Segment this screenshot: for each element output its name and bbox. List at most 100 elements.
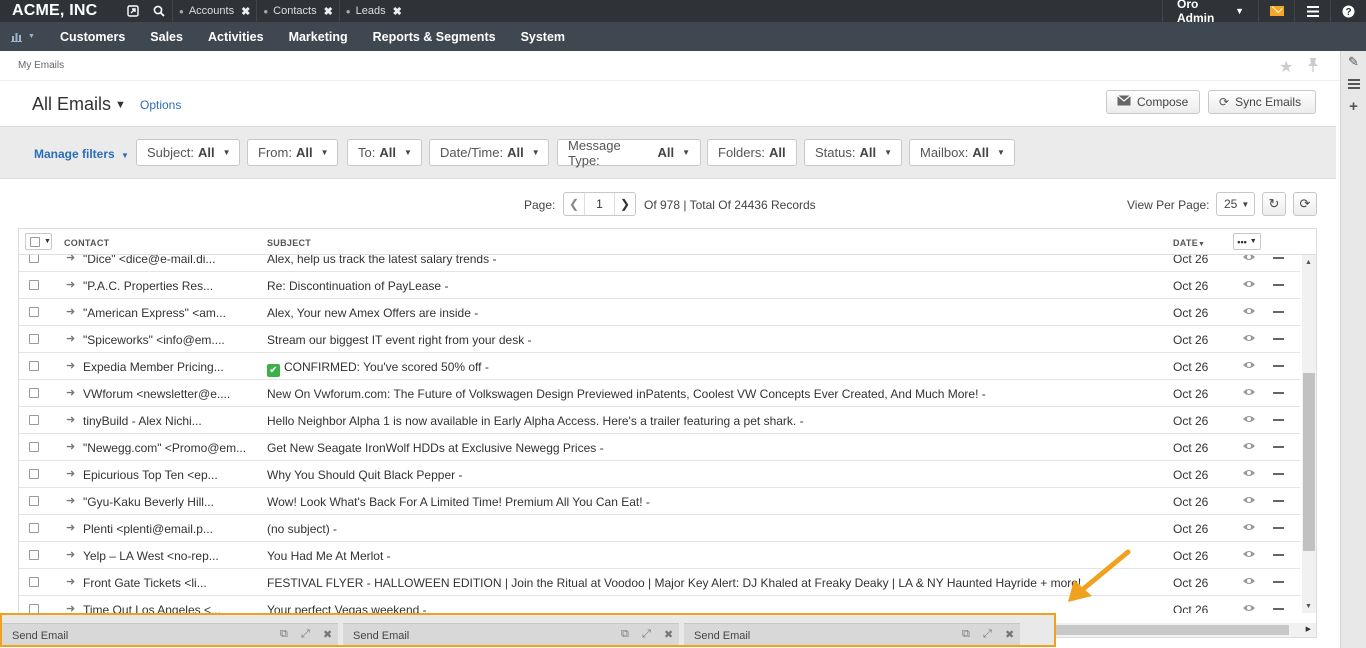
row-checkbox[interactable] — [29, 361, 39, 371]
list-icon[interactable] — [1341, 73, 1366, 95]
chevron-left-icon[interactable]: ❮ — [564, 193, 584, 215]
notifications-button[interactable] — [1258, 0, 1294, 22]
eye-icon[interactable] — [1242, 520, 1256, 535]
filter-folders[interactable]: Folders: All — [707, 139, 797, 166]
vertical-scrollbar[interactable]: ▲ ▼ — [1302, 255, 1316, 613]
dashboard-menu[interactable]: ▼ — [0, 31, 46, 42]
scroll-right-icon[interactable]: ▶ — [1306, 625, 1311, 633]
close-icon[interactable]: ✖ — [664, 628, 673, 641]
manage-filters-link[interactable]: Manage filters ▼ — [34, 147, 129, 161]
table-row[interactable]: ➜ Expedia Member Pricing... ✔ CONFIRMED: Yo… — [19, 353, 1300, 380]
menu-sales[interactable]: Sales — [150, 30, 183, 44]
maximize-icon[interactable]: ⤢ — [642, 628, 651, 641]
column-date[interactable]: DATE▼ — [1173, 238, 1205, 248]
row-checkbox[interactable] — [29, 523, 39, 533]
close-icon[interactable]: ✖ — [1005, 628, 1014, 641]
options-link[interactable]: Options — [140, 98, 181, 112]
minus-icon[interactable] — [1273, 392, 1284, 394]
minus-icon[interactable] — [1273, 554, 1284, 556]
pinned-tab-leads[interactable]: ● Leads ✖ — [338, 0, 408, 22]
pencil-icon[interactable]: ✎ — [1341, 51, 1366, 73]
grid-actions-menu[interactable]: ••• ▼ — [1233, 233, 1261, 250]
chevron-right-icon[interactable]: ❯ — [615, 193, 635, 215]
reset-grid-button[interactable]: ⟳ — [1293, 192, 1317, 216]
filter-from[interactable]: From: All ▼ — [247, 139, 338, 166]
filter-to[interactable]: To: All ▼ — [347, 139, 422, 166]
row-checkbox[interactable] — [29, 255, 39, 263]
menu-marketing[interactable]: Marketing — [289, 30, 348, 44]
filter-date-time[interactable]: Date/Time: All ▼ — [429, 139, 549, 166]
plus-icon[interactable]: + — [1341, 95, 1366, 117]
pin-icon[interactable] — [1307, 57, 1319, 76]
checkbox[interactable] — [30, 236, 40, 247]
minus-icon[interactable] — [1273, 527, 1284, 529]
menu-customers[interactable]: Customers — [60, 30, 125, 44]
table-row[interactable]: ➜ "American Express" <am... Alex, Your new… — [19, 299, 1300, 326]
eye-icon[interactable] — [1242, 385, 1256, 400]
table-row[interactable]: ➜ "P.A.C. Properties Res... Re: Discontinu… — [19, 272, 1300, 299]
minus-icon[interactable] — [1273, 311, 1284, 313]
brand-logo[interactable]: ACME, INC — [0, 2, 120, 20]
row-checkbox[interactable] — [29, 442, 39, 452]
minus-icon[interactable] — [1273, 500, 1284, 502]
column-contact[interactable]: CONTACT — [64, 238, 109, 248]
restore-icon[interactable]: ⧉ — [962, 628, 970, 641]
row-checkbox[interactable] — [29, 550, 39, 560]
page-title[interactable]: All Emails ▼ — [32, 94, 126, 115]
scroll-thumb[interactable] — [1303, 373, 1315, 551]
search-icon[interactable] — [146, 0, 172, 22]
sync-emails-button[interactable]: ⟳ Sync Emails — [1208, 90, 1316, 114]
close-icon[interactable]: ✖ — [393, 5, 402, 18]
row-checkbox[interactable] — [29, 388, 39, 398]
scroll-down-icon[interactable]: ▼ — [1305, 603, 1312, 610]
eye-icon[interactable] — [1242, 547, 1256, 562]
close-icon[interactable]: ✖ — [323, 628, 332, 641]
minus-icon[interactable] — [1273, 473, 1284, 475]
minus-icon[interactable] — [1273, 419, 1284, 421]
restore-icon[interactable]: ⧉ — [621, 628, 629, 641]
pinned-tab-accounts[interactable]: ● Accounts ✖ — [172, 0, 256, 22]
compose-button[interactable]: Compose — [1106, 90, 1200, 114]
eye-icon[interactable] — [1242, 412, 1256, 427]
column-subject[interactable]: SUBJECT — [267, 238, 311, 248]
filter-status[interactable]: Status: All ▼ — [804, 139, 902, 166]
row-checkbox[interactable] — [29, 577, 39, 587]
eye-icon[interactable] — [1242, 331, 1256, 346]
table-row[interactable]: ➜ "Dice" <dice@e-mail.di... Alex, help us … — [19, 255, 1300, 272]
minus-icon[interactable] — [1273, 365, 1284, 367]
eye-icon[interactable] — [1242, 358, 1256, 373]
row-checkbox[interactable] — [29, 496, 39, 506]
table-row[interactable]: ➜ VWforum <newsletter@e.... New On Vwforum… — [19, 380, 1300, 407]
main-menu-button[interactable] — [1294, 0, 1330, 22]
minus-icon[interactable] — [1273, 284, 1284, 286]
select-all-checkbox[interactable]: ▼ — [25, 233, 52, 250]
eye-icon[interactable] — [1242, 466, 1256, 481]
restore-icon[interactable]: ⧉ — [280, 628, 288, 641]
table-row[interactable]: ➜ Epicurious Top Ten <ep... Why You Should… — [19, 461, 1300, 488]
close-icon[interactable]: ✖ — [241, 5, 250, 18]
send-email-panel[interactable]: Send Email ⧉ ⤢ ✖ — [343, 623, 679, 645]
shortcuts-icon[interactable] — [120, 0, 146, 22]
row-checkbox[interactable] — [29, 469, 39, 479]
eye-icon[interactable] — [1242, 601, 1256, 613]
eye-icon[interactable] — [1242, 277, 1256, 292]
pinned-tab-contacts[interactable]: ● Contacts ✖ — [256, 0, 338, 22]
help-button[interactable]: ? — [1330, 0, 1366, 22]
refresh-grid-button[interactable]: ↻ — [1262, 192, 1286, 216]
eye-icon[interactable] — [1242, 493, 1256, 508]
table-row[interactable]: ➜ "Newegg.com" <Promo@em... Get New Seagat… — [19, 434, 1300, 461]
table-row[interactable]: ➜ "Spiceworks" <info@em.... Stream our big… — [19, 326, 1300, 353]
star-icon[interactable]: ★ — [1279, 57, 1293, 77]
eye-icon[interactable] — [1242, 255, 1256, 265]
minus-icon[interactable] — [1273, 581, 1284, 583]
filter-message-type[interactable]: Message Type: All ▼ — [557, 138, 701, 168]
maximize-icon[interactable]: ⤢ — [983, 628, 992, 641]
menu-reports-segments[interactable]: Reports & Segments — [373, 30, 496, 44]
page-number-input[interactable] — [584, 193, 615, 215]
eye-icon[interactable] — [1242, 304, 1256, 319]
minus-icon[interactable] — [1273, 608, 1284, 610]
row-checkbox[interactable] — [29, 307, 39, 317]
minus-icon[interactable] — [1273, 446, 1284, 448]
eye-icon[interactable] — [1242, 574, 1256, 589]
filter-subject[interactable]: Subject: All ▼ — [136, 139, 240, 166]
